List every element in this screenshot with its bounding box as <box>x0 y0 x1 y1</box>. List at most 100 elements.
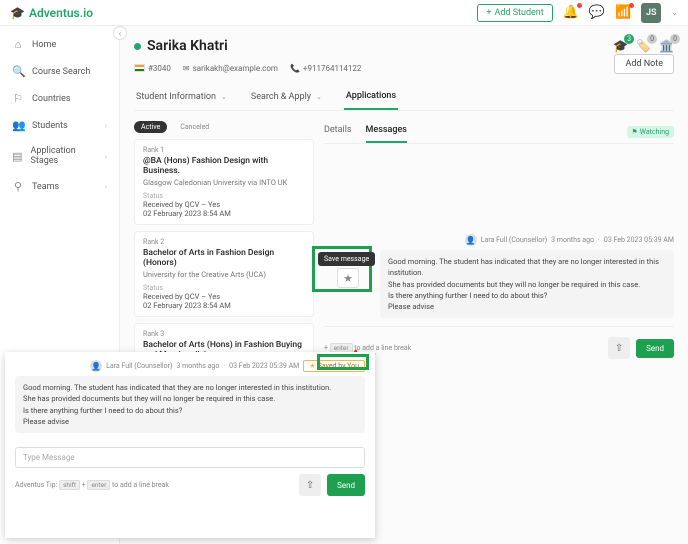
overlay-meta: 👤 Lara Full (Counsellor) 3 months ago · … <box>15 360 365 372</box>
msg-line: Is there anything further I need to do a… <box>388 290 666 301</box>
upload-icon: ⇧ <box>306 480 314 491</box>
nav-label: Home <box>32 40 56 50</box>
institution-counter-icon[interactable]: 🏛️0 <box>659 39 674 53</box>
msg-line: Good morning. The student has indicated … <box>23 382 357 393</box>
sidebar-item-home[interactable]: ⌂ Home <box>0 31 119 58</box>
status-active[interactable]: Active <box>134 121 167 133</box>
chevron-right-icon: › <box>105 182 107 191</box>
rank: Rank 2 <box>143 238 305 246</box>
msg-line: Please advise <box>388 301 666 312</box>
add-note-button[interactable]: Add Note <box>614 54 674 74</box>
grad-cap-icon: 🎓 <box>10 6 25 20</box>
chevron-right-icon: › <box>105 152 107 161</box>
status-label: Status <box>143 192 305 200</box>
nav-label: Teams <box>32 182 59 192</box>
key-chip: shift <box>59 480 80 490</box>
nav-label: Countries <box>32 94 71 104</box>
overlay-callout: 👤 Lara Full (Counsellor) 3 months ago · … <box>5 352 375 538</box>
send-button[interactable]: Send <box>636 339 674 358</box>
tab-search-apply[interactable]: Search & Apply⌄ <box>249 86 324 110</box>
flag-icon: ⚐ <box>12 92 24 105</box>
message-meta: 👤 Lara Full (Counsellor) 3 months ago · … <box>380 234 674 246</box>
msg-line: She has provided documents but they will… <box>388 279 666 290</box>
watching-badge[interactable]: ⚑Watching <box>627 126 675 138</box>
status-date: 02 February 2023 8:54 AM <box>143 301 305 310</box>
home-icon: ⌂ <box>12 38 24 51</box>
message-author: Lara Full (Counsellor) <box>481 236 547 244</box>
application-card[interactable]: Rank 2 Bachelor of Arts in Fashion Desig… <box>134 231 314 317</box>
sidebar-item-students[interactable]: 👥Students› <box>0 112 119 139</box>
chat-icon[interactable]: 💬 <box>589 5 605 20</box>
stages-icon: ▤ <box>12 150 23 163</box>
tab-student-information[interactable]: Student Information⌄ <box>134 86 229 110</box>
top-actions: + Add Student 🔔 💬 📶 JS ⌄ <box>477 3 678 23</box>
rank: Rank 1 <box>143 146 305 154</box>
message-relative-time: 3 months ago <box>551 236 594 244</box>
overlay-ts: 03 Feb 2023 05:39 AM <box>229 362 299 370</box>
university: University for the Creative Arts (UCA) <box>143 270 305 279</box>
collapse-sidebar-icon[interactable]: ‹ <box>113 26 127 40</box>
brand-text: Adventus.io <box>29 6 93 20</box>
course-title: Bachelor of Arts in Fashion Design (Hono… <box>143 248 305 268</box>
sidebar-item-course-search[interactable]: 🔍 Course Search <box>0 58 119 85</box>
upload-button[interactable]: ⇧ <box>608 337 630 359</box>
msg-line: Please advise <box>23 416 357 427</box>
tab-label: Applications <box>346 91 396 101</box>
message-body: Good morning. The student has indicated … <box>380 250 674 318</box>
avatar-chevron-icon[interactable]: ⌄ <box>671 8 678 17</box>
status-val: Received by QCV – Yes <box>143 200 305 209</box>
watching-label: Watching <box>640 128 669 136</box>
tab-details[interactable]: Details <box>324 121 352 143</box>
search-icon: 🔍 <box>12 65 24 78</box>
course-title: @BA (Hons) Fashion Design with Business. <box>143 156 305 176</box>
nav-label: Students <box>32 121 68 131</box>
author-avatar-icon: 👤 <box>465 234 477 246</box>
status-filter: Active Canceled <box>134 121 314 133</box>
header-stats: 🎓3 🏷️0 🏛️0 <box>613 39 674 53</box>
annotation-highlight-icon <box>317 354 369 370</box>
application-card[interactable]: Rank 1 @BA (Hons) Fashion Design with Bu… <box>134 139 314 225</box>
overlay-author: Lara Full (Counsellor) <box>106 362 172 370</box>
add-student-label: Add Student <box>494 8 543 18</box>
adventus-tip: Adventus Tip: shift + enter to add a lin… <box>15 481 169 489</box>
tip-plus: + <box>82 481 86 489</box>
chevron-down-icon: ⌄ <box>221 93 227 101</box>
status-label: Status <box>143 284 305 292</box>
add-student-button[interactable]: + Add Student <box>477 4 552 22</box>
message-panel: Details Messages ⚑Watching Save message … <box>324 121 674 401</box>
sidebar-item-countries[interactable]: ⚐ Countries <box>0 85 119 112</box>
status-date: 02 February 2023 8:54 AM <box>143 209 305 218</box>
active-status-dot-icon <box>134 43 141 50</box>
nav-label: Course Search <box>32 67 90 77</box>
student-phone[interactable]: +911764114122 <box>303 64 362 73</box>
user-avatar[interactable]: JS <box>641 3 661 23</box>
chat-counter-icon[interactable]: 🎓3 <box>613 39 628 53</box>
topbar: 🎓 Adventus.io + Add Student 🔔 💬 📶 JS ⌄ <box>0 0 688 26</box>
phone-icon: 📞 <box>290 64 300 73</box>
upload-button[interactable]: ⇧ <box>299 474 321 496</box>
student-name: Sarika Khatri <box>147 38 228 54</box>
sidebar-item-teams[interactable]: ⚲ Teams › <box>0 173 119 200</box>
msg-line: Good morning. The student has indicated … <box>388 256 666 279</box>
india-flag-icon <box>134 64 145 72</box>
teams-icon: ⚲ <box>12 180 24 193</box>
student-email[interactable]: sarikakh@example.com <box>193 64 278 73</box>
author-avatar-icon: 👤 <box>90 360 102 372</box>
tab-applications[interactable]: Applications <box>344 86 398 110</box>
university: Glasgow Caledonian University via INTO U… <box>143 178 305 187</box>
tip-text: to add a line break <box>112 481 169 489</box>
calendar-counter-icon[interactable]: 🏷️0 <box>636 39 651 53</box>
tip-label: Adventus Tip: <box>15 481 57 489</box>
send-button[interactable]: Send <box>327 474 365 496</box>
brand-logo[interactable]: 🎓 Adventus.io <box>10 6 93 20</box>
rank: Rank 3 <box>143 330 305 338</box>
message-input[interactable]: Type Message <box>15 447 365 468</box>
star-icon: ★ <box>309 362 315 370</box>
sidebar-item-application-stages[interactable]: ▤Application Stages› <box>0 139 119 173</box>
tab-messages[interactable]: Messages <box>366 121 407 143</box>
status-canceled[interactable]: Canceled <box>173 121 216 133</box>
overlay-when: 3 months ago <box>176 362 219 370</box>
rss-icon[interactable]: 📶 <box>615 5 631 20</box>
badge: 0 <box>647 34 657 44</box>
bell-icon[interactable]: 🔔 <box>563 5 579 20</box>
